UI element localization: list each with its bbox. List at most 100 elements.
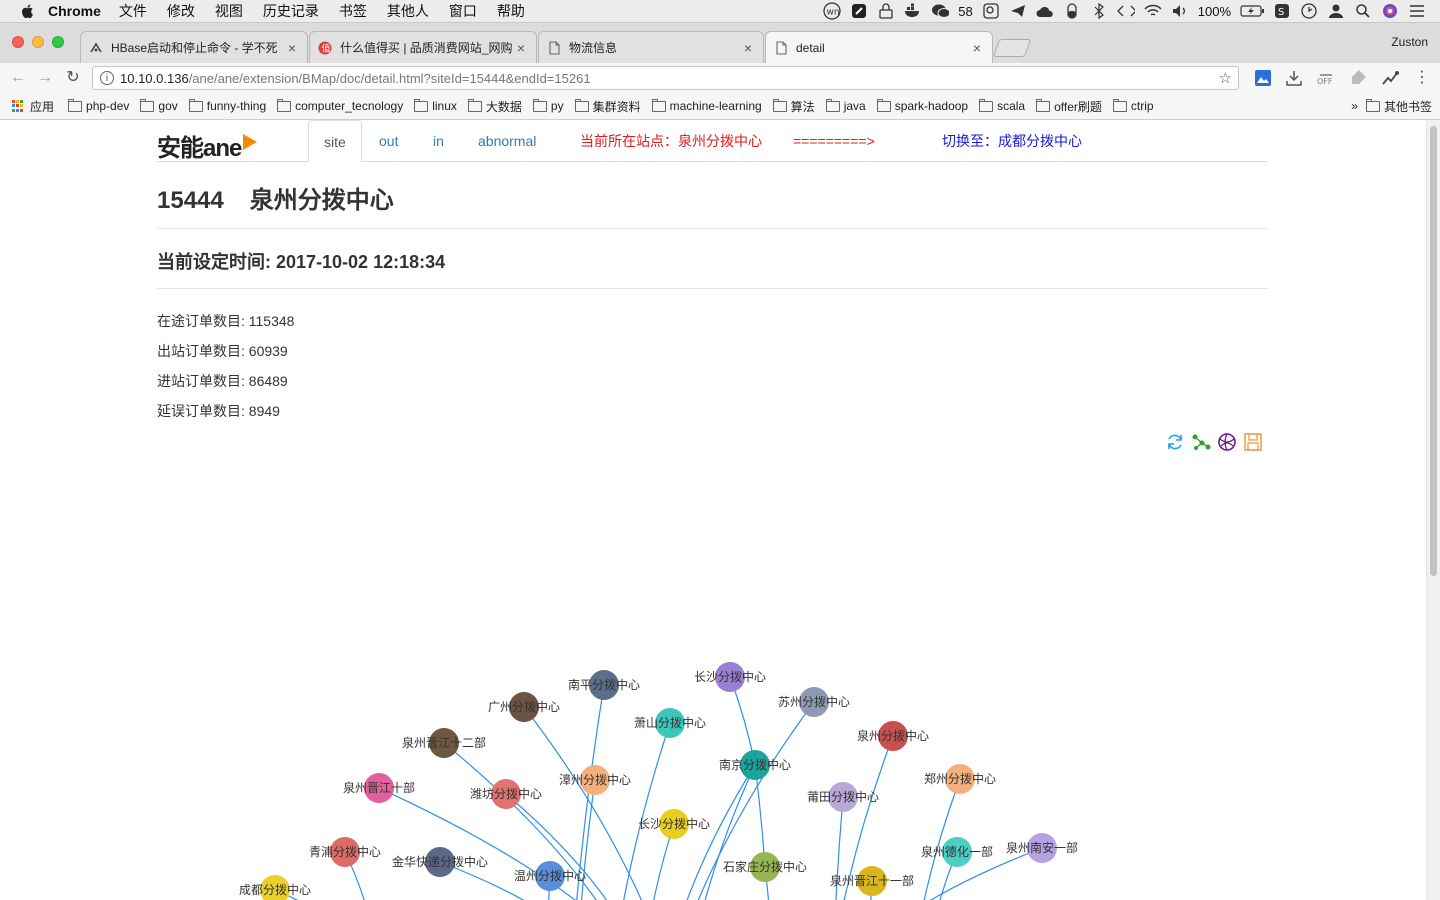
graph-node[interactable]: 泉州晋江十二部 [402,728,486,758]
graph-node[interactable]: 南京分拨中心 [719,750,791,780]
volume-icon[interactable] [1171,2,1189,20]
wechat-icon[interactable] [931,2,950,20]
bookmark-apps[interactable]: 应用 [30,98,54,115]
new-tab-button[interactable] [992,39,1032,57]
scrollbar-thumb[interactable] [1430,126,1437,576]
browser-tab[interactable]: 值 什么值得买 | 品质消费网站_网购 × [309,31,537,63]
menu-help[interactable]: 帮助 [497,1,525,21]
bookmark-label: 其他书签 [1383,99,1432,114]
graph-node[interactable]: 青浦分拨中心 [309,837,381,867]
graph-node[interactable]: 泉州分拨中心 [857,721,929,751]
graph-node[interactable]: 泉州晋江十部 [343,773,415,803]
address-url[interactable]: 10.10.0.136/ane/ane/extension/BMap/doc/d… [120,71,591,86]
menu-edit[interactable]: 修改 [167,1,195,21]
browser-tab-active[interactable]: detail × [765,31,993,63]
wn-icon[interactable]: wn [823,2,841,20]
menu-file[interactable]: 文件 [119,1,147,21]
notification-center-icon[interactable] [1408,2,1426,20]
graph-node[interactable]: 漳州分拨中心 [559,765,631,795]
capsule-icon[interactable] [1063,2,1081,20]
tab-close-icon[interactable]: × [514,40,528,56]
graph-node[interactable]: 泉州德化一部 [921,837,993,867]
forward-arrow-icon[interactable]: → [36,69,54,87]
picture-extension-icon[interactable] [1254,69,1272,87]
tab-close-icon[interactable]: × [285,40,299,56]
bookmark-folder[interactable]: scala [979,98,1025,113]
bookmark-label: java [843,99,866,113]
siri-icon[interactable] [1381,2,1399,20]
bookmark-folder[interactable]: funny-thing [188,98,266,113]
profile-name[interactable]: Zuston [1391,35,1428,49]
graph-node[interactable]: 石家庄分拨中心 [723,852,807,882]
graph-node[interactable]: 长沙分拨中心 [638,809,710,839]
code-brackets-icon[interactable] [1116,2,1135,20]
browser-tab[interactable]: HBase启动和停止命令 - 学不死 × [80,31,308,63]
wifi-icon[interactable] [1144,2,1162,20]
menu-people[interactable]: 其他人 [387,1,429,21]
maximize-window-button[interactable] [52,36,64,48]
bookmark-folder[interactable]: 大数据 [467,98,522,115]
clock-icon[interactable] [1300,2,1318,20]
apple-icon[interactable] [20,3,34,19]
graph-node[interactable]: 南平分拨中心 [568,670,640,700]
graph-node[interactable]: 广州分拨中心 [488,692,560,722]
notes-icon[interactable] [850,2,868,20]
graph-node[interactable]: 长沙分拨中心 [694,662,766,692]
scrobble-icon[interactable]: S [1273,2,1291,20]
bluetooth-icon[interactable] [1090,2,1108,20]
menu-view[interactable]: 视图 [215,1,243,21]
stats-extension-icon[interactable] [1381,69,1399,87]
graph-node-label: 金华快递分拨中心 [392,854,488,869]
bookmark-folder[interactable]: spark-hadoop [876,98,968,113]
menu-app-name[interactable]: Chrome [48,3,101,19]
bookmark-folder[interactable]: offer刷题 [1036,98,1102,115]
graph-node[interactable]: 金华快递分拨中心 [392,847,488,877]
bookmark-folder[interactable]: computer_tecnology [277,98,403,113]
graph-node[interactable]: 苏州分拨中心 [778,687,850,717]
address-bar[interactable]: i 10.10.0.136/ane/ane/extension/BMap/doc… [92,66,1239,90]
bookmark-folder[interactable]: 集群资料 [574,98,641,115]
tab-close-icon[interactable]: × [970,40,984,56]
minimize-window-button[interactable] [32,36,44,48]
bookmark-folder[interactable]: java [825,98,866,113]
apps-grid-icon[interactable] [12,100,24,112]
menu-window[interactable]: 窗口 [449,1,477,21]
page-scrollbar[interactable] [1426,120,1440,900]
reload-icon[interactable]: ↻ [64,69,82,87]
graph-node[interactable]: 郑州分拨中心 [924,764,996,794]
docker-icon[interactable] [904,2,922,20]
bookmark-folder[interactable]: linux [414,98,457,113]
menu-bookmarks[interactable]: 书签 [339,1,367,21]
bookmark-folder[interactable]: php-dev [68,98,129,113]
bookmark-folder[interactable]: gov [140,98,178,113]
cloud-icon[interactable] [1036,2,1054,20]
bookmark-folder[interactable]: 算法 [772,98,815,115]
bookmark-folder[interactable]: ctrip [1112,98,1154,113]
user-icon[interactable] [1327,2,1345,20]
browser-tab[interactable]: 物流信息 × [538,31,764,63]
graph-node[interactable]: 成都分拨中心 [239,875,311,900]
search-app-icon[interactable] [982,2,1000,20]
site-info-icon[interactable]: i [100,71,114,85]
battery-icon[interactable] [1240,2,1264,20]
chrome-menu-icon[interactable]: ⋮ [1413,69,1431,87]
folder-icon [277,98,292,112]
bookmark-folder[interactable]: py [532,98,564,113]
graph-node[interactable]: 泉州晋江十一部 [830,866,914,896]
bookmarks-overflow-button[interactable]: » [1351,99,1358,113]
menu-history[interactable]: 历史记录 [263,1,319,21]
graph-node[interactable]: 萧山分拨中心 [634,708,706,738]
spotlight-icon[interactable] [1354,2,1372,20]
tab-close-icon[interactable]: × [741,40,755,56]
back-arrow-icon[interactable]: ← [9,69,27,87]
graph-node[interactable]: 潍坊分拨中心 [470,779,542,809]
off-toggle-icon[interactable]: OFF [1317,69,1335,87]
tag-extension-icon[interactable] [1349,69,1367,87]
other-bookmarks-folder[interactable]: 其他书签 [1365,98,1432,115]
download-icon[interactable] [1285,69,1303,87]
lock-icon[interactable] [877,2,895,20]
bookmark-star-icon[interactable]: ☆ [1219,69,1232,87]
telegram-icon[interactable] [1009,2,1027,20]
close-window-button[interactable] [12,36,24,48]
bookmark-folder[interactable]: machine-learning [651,98,762,113]
